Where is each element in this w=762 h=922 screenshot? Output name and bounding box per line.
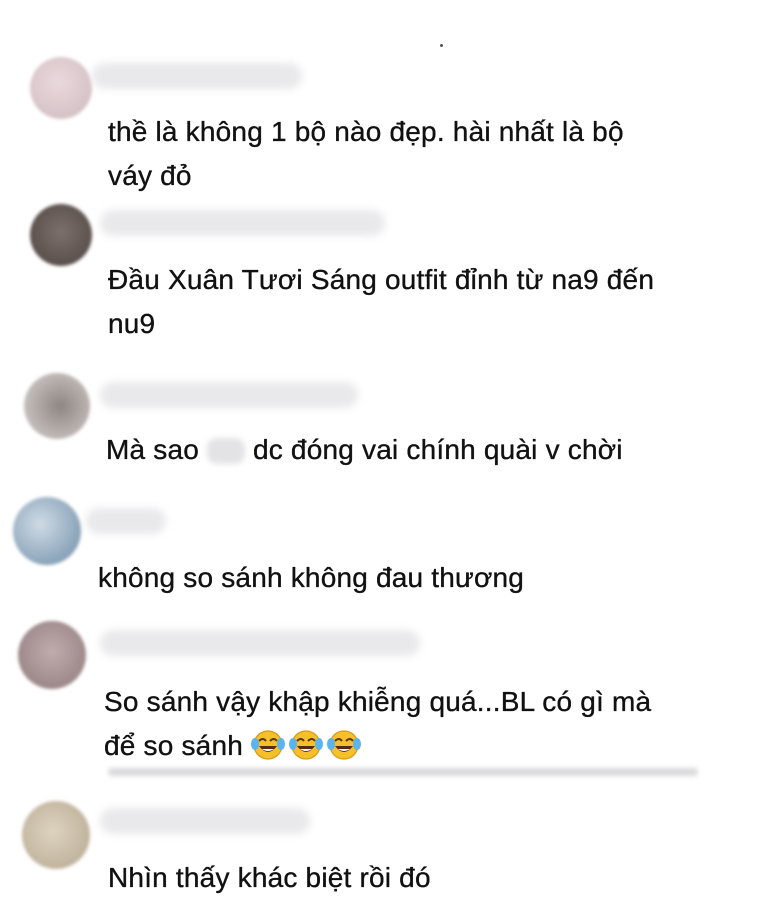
avatar[interactable] — [13, 497, 81, 565]
avatar[interactable] — [24, 373, 90, 439]
face-with-tears-of-joy-icon — [289, 730, 323, 760]
commenter-name[interactable] — [100, 382, 358, 408]
commenter-name[interactable] — [86, 508, 166, 534]
comment-text: Mà sao dc đóng vai chính quài v chời — [106, 428, 623, 472]
face-with-tears-of-joy-icon — [251, 730, 285, 760]
redacted-name — [207, 438, 245, 464]
face-with-tears-of-joy-icon — [327, 730, 361, 760]
avatar[interactable] — [30, 57, 92, 119]
avatar[interactable] — [22, 801, 90, 869]
commenter-name[interactable] — [100, 630, 420, 656]
commenter-name[interactable] — [100, 210, 385, 236]
commenter-name[interactable] — [100, 808, 310, 834]
comment-text: thề là không 1 bộ nào đẹp. hài nhất là b… — [108, 116, 624, 191]
blurred-text-strip — [108, 768, 698, 776]
comment-text: không so sánh không đau thương — [98, 562, 525, 593]
avatar[interactable] — [18, 621, 86, 689]
comment-text: Đầu Xuân Tươi Sáng outfit đỉnh từ na9 đế… — [108, 264, 655, 339]
comment-text-start: Mà sao — [106, 434, 207, 465]
comment-text-end: dc đóng vai chính quài v chời — [245, 434, 623, 465]
comment-text: So sánh vậy khập khiễng quá...BL có gì m… — [104, 680, 651, 768]
emoji-group — [251, 727, 361, 761]
decorative-dot — [440, 44, 443, 47]
comment-text: Nhìn thấy khác biệt rồi đó — [108, 862, 431, 893]
comment-text-body: So sánh vậy khập khiễng quá...BL có gì m… — [104, 686, 652, 761]
commenter-name[interactable] — [92, 63, 302, 89]
avatar[interactable] — [30, 204, 92, 266]
